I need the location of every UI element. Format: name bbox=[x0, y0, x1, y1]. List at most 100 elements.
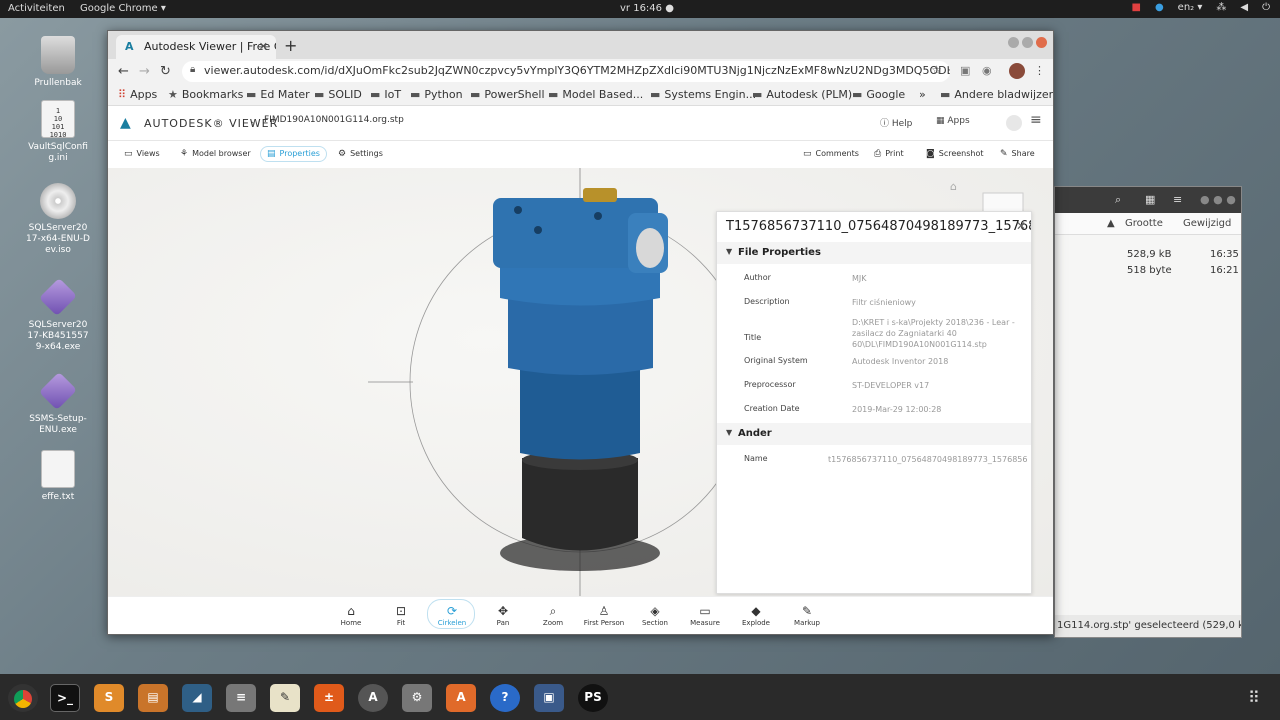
comments-button[interactable]: ▭ Comments bbox=[803, 149, 859, 159]
help-icon[interactable]: ? bbox=[490, 684, 520, 712]
bookmark-other[interactable]: ▬ Andere bladwijzers bbox=[940, 88, 1053, 101]
screenshot-button[interactable]: ◙ Screenshot bbox=[926, 149, 984, 159]
bookmark-folder[interactable]: ▬ PowerShell bbox=[470, 88, 545, 101]
powershell-icon[interactable]: PS bbox=[578, 684, 608, 712]
column-modified[interactable]: Gewijzigd bbox=[1183, 218, 1231, 229]
bookmark-bookmarks[interactable]: ★ Bookmarks bbox=[168, 88, 243, 101]
lock-icon[interactable]: 🔒︎ bbox=[190, 64, 195, 75]
home-view-icon[interactable]: ⌂ bbox=[950, 180, 957, 193]
tool-first-person[interactable]: ♙ First Person bbox=[579, 604, 629, 627]
autodesk-logo-icon[interactable]: ▲ bbox=[120, 115, 131, 131]
desktop-icon-vaultsqlconfig[interactable]: 1 10 101 1010 VaultSqlConfig.ini bbox=[18, 100, 98, 164]
tool-fit[interactable]: ⊡ Fit bbox=[376, 604, 426, 627]
activities-button[interactable]: Activiteiten bbox=[8, 3, 65, 14]
hamburger-menu-icon[interactable]: ≡ bbox=[1030, 112, 1042, 128]
bookmark-folder[interactable]: ▬ Python bbox=[410, 88, 463, 101]
desktop-icon-effe[interactable]: effe.txt bbox=[18, 450, 98, 503]
properties-button[interactable]: ▤ Properties bbox=[260, 146, 327, 162]
menu-icon[interactable]: ≡ bbox=[1173, 193, 1182, 206]
properties-panel[interactable]: T1576856737110_07564870498189773_1576856… bbox=[716, 211, 1032, 594]
database-icon[interactable]: ≡ bbox=[226, 684, 256, 712]
bookmark-folder[interactable]: ▬ Ed Mater bbox=[246, 88, 310, 101]
volume-icon[interactable]: ◀ bbox=[1240, 2, 1248, 13]
bookmark-apps[interactable]: ⠿ Apps bbox=[118, 88, 157, 101]
tool-orbit[interactable]: ⟳ Cirkelen bbox=[427, 599, 477, 629]
sublime-icon[interactable]: S bbox=[94, 684, 124, 712]
model-viewport[interactable]: ⌂ T1576856737110_07564870498189773_15768… bbox=[108, 168, 1053, 596]
tool-measure[interactable]: ▭ Measure bbox=[680, 604, 730, 627]
bookmarks-overflow[interactable]: » bbox=[919, 88, 926, 101]
app-menu[interactable]: Google Chrome ▾ bbox=[80, 3, 166, 14]
bookmark-folder[interactable]: ▬ SOLID bbox=[314, 88, 362, 101]
settings-button[interactable]: ⚙ Settings bbox=[338, 149, 383, 159]
sync-icon[interactable]: ● bbox=[1155, 2, 1164, 13]
record-icon[interactable]: ■ bbox=[1131, 2, 1140, 13]
minimize-button[interactable] bbox=[1008, 37, 1019, 48]
text-editor-icon[interactable]: ✎ bbox=[270, 684, 300, 712]
section-header-file-properties[interactable]: ▼ File Properties bbox=[717, 242, 1031, 264]
new-tab-button[interactable]: + bbox=[284, 36, 297, 55]
settings-tools-icon[interactable]: ⚙ bbox=[402, 684, 432, 712]
model-browser-button[interactable]: ⚘ Model browser bbox=[180, 149, 251, 159]
inkscape-icon[interactable]: A bbox=[358, 684, 388, 712]
back-icon[interactable]: ← bbox=[118, 64, 129, 79]
column-size[interactable]: Grootte bbox=[1125, 218, 1163, 229]
apps-button[interactable]: ▦ Apps bbox=[936, 116, 970, 126]
bookmark-folder[interactable]: ▬ Google bbox=[852, 88, 905, 101]
virtualbox-icon[interactable]: ▣ bbox=[534, 684, 564, 712]
share-button[interactable]: ✎ Share bbox=[1000, 149, 1035, 159]
grid-view-icon[interactable]: ▦ bbox=[1145, 193, 1155, 206]
tool-home[interactable]: ⌂ Home bbox=[326, 604, 376, 627]
file-manager-window[interactable]: ⌕ ▦ ≡ ● ● ● ▲ Grootte Gewijzigd 528,9 kB… bbox=[1054, 186, 1242, 638]
reload-icon[interactable]: ↻ bbox=[160, 64, 171, 79]
calculator-icon[interactable]: ± bbox=[314, 684, 344, 712]
section-header-ander[interactable]: ▼ Ander bbox=[717, 423, 1031, 445]
views-button[interactable]: ▭ Views bbox=[124, 149, 160, 159]
network-icon[interactable]: ⁂ bbox=[1216, 2, 1226, 13]
forward-icon[interactable]: → bbox=[139, 64, 150, 79]
bookmark-folder[interactable]: ▬ Model Based... bbox=[548, 88, 643, 101]
mysql-workbench-icon[interactable]: ◢ bbox=[182, 684, 212, 712]
bookmark-star-icon[interactable]: ☆ bbox=[931, 63, 942, 77]
file-row[interactable]: 518 byte 16:21 bbox=[1055, 263, 1241, 279]
terminal-icon[interactable]: >_ bbox=[50, 684, 80, 712]
tool-zoom[interactable]: ⌕ Zoom bbox=[528, 604, 578, 627]
print-button[interactable]: ⎙ Print bbox=[874, 149, 904, 159]
chrome-icon[interactable] bbox=[8, 684, 38, 712]
browser-window[interactable]: A Autodesk Viewer | Free O ✕ + ← → ↻ 🔒︎ … bbox=[107, 30, 1054, 635]
bookmark-folder[interactable]: ▬ Autodesk (PLM) bbox=[752, 88, 852, 101]
tool-section[interactable]: ◈ Section bbox=[630, 604, 680, 627]
power-icon[interactable]: ⏻ bbox=[1262, 2, 1270, 13]
tool-markup[interactable]: ✎ Markup bbox=[782, 604, 832, 627]
clock[interactable]: vr 16:46 ● bbox=[620, 3, 674, 14]
desktop-icon-sqlserver-kb[interactable]: SQLServer2017-KB4515579-x64.exe bbox=[18, 277, 98, 353]
help-button[interactable]: ⓘ Help bbox=[880, 116, 912, 129]
camera-extension-icon[interactable]: ◉ bbox=[982, 64, 992, 77]
more-menu-icon[interactable]: ⋮ bbox=[1034, 64, 1045, 77]
browser-tab[interactable]: A Autodesk Viewer | Free O ✕ bbox=[116, 35, 276, 59]
language-indicator[interactable]: en₂ ▾ bbox=[1178, 2, 1203, 13]
close-window-button[interactable] bbox=[1036, 37, 1047, 48]
desktop-icon-sqlserver-iso[interactable]: SQLServer2017-x64-ENU-Dev.iso bbox=[18, 183, 98, 256]
maximize-button[interactable] bbox=[1022, 37, 1033, 48]
url-field[interactable]: 🔒︎ viewer.autodesk.com/id/dXJuOmFkc2sub2… bbox=[182, 61, 950, 82]
bookmark-folder[interactable]: ▬ IoT bbox=[370, 88, 401, 101]
extension-icon[interactable]: ▣ bbox=[960, 64, 970, 77]
window-buttons-icon[interactable]: ● ● ● bbox=[1200, 193, 1236, 206]
user-avatar[interactable] bbox=[1006, 115, 1022, 131]
search-icon[interactable]: ⌕ bbox=[1115, 193, 1121, 207]
archive-icon[interactable]: ▤ bbox=[138, 684, 168, 712]
tool-explode[interactable]: ◆ Explode bbox=[731, 604, 781, 627]
sort-up-icon[interactable]: ▲ bbox=[1107, 218, 1115, 229]
close-tab-icon[interactable]: ✕ bbox=[259, 40, 268, 53]
tool-pan[interactable]: ✥ Pan bbox=[478, 604, 528, 627]
bookmark-folder[interactable]: ▬ Systems Engin... bbox=[650, 88, 756, 101]
viewer-brand[interactable]: AUTODESK® VIEWER bbox=[144, 117, 278, 130]
profile-avatar[interactable] bbox=[1009, 63, 1025, 79]
software-center-icon[interactable]: A bbox=[446, 684, 476, 712]
close-panel-icon[interactable]: ✕ bbox=[1016, 219, 1026, 233]
file-row[interactable]: 528,9 kB 16:35 bbox=[1055, 247, 1241, 263]
desktop-icon-trash[interactable]: Prullenbak bbox=[18, 36, 98, 89]
desktop-icon-ssms[interactable]: SSMS-Setup-ENU.exe bbox=[18, 371, 98, 436]
show-applications-icon[interactable]: ⠿ bbox=[1248, 688, 1260, 707]
